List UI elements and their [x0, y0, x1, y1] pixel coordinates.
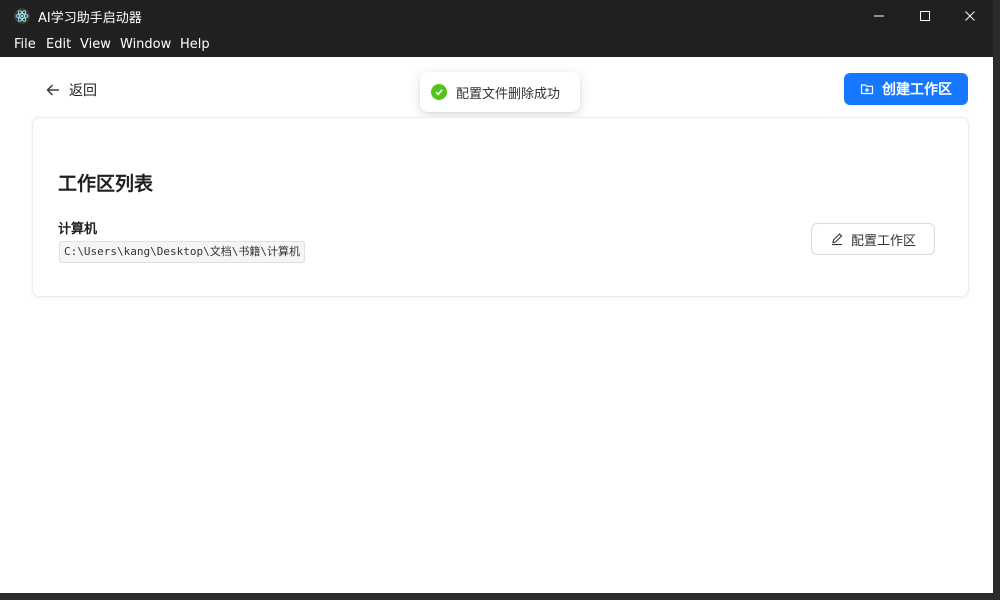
create-workspace-label: 创建工作区 [882, 82, 952, 98]
arrow-left-icon [46, 84, 59, 96]
create-workspace-button[interactable]: 创建工作区 [844, 73, 968, 105]
minimize-button[interactable] [856, 0, 902, 32]
configure-workspace-button[interactable]: 配置工作区 [811, 223, 935, 255]
back-label: 返回 [69, 83, 97, 99]
folder-add-icon [860, 84, 874, 95]
electron-icon [14, 8, 30, 24]
workspace-name: 计算机 [58, 222, 98, 237]
configure-workspace-label: 配置工作区 [850, 233, 916, 249]
menu-window[interactable]: Window [120, 37, 171, 52]
close-icon [965, 11, 975, 21]
window-title: AI学习助手启动器 [38, 11, 142, 26]
workspace-list-card: 工作区列表 计算机 C:\Users\kang\Desktop\文档\书籍\计算… [32, 117, 969, 297]
maximize-button[interactable] [902, 0, 948, 32]
page-title: 工作区列表 [58, 173, 154, 195]
menu-edit[interactable]: Edit [46, 37, 71, 52]
edit-icon [831, 233, 843, 246]
menu-help[interactable]: Help [180, 37, 210, 52]
workspace-path: C:\Users\kang\Desktop\文档\书籍\计算机 [59, 241, 305, 263]
maximize-icon [920, 11, 930, 21]
menu-file[interactable]: File [14, 37, 36, 52]
menu-bar: File Edit View Window Help [0, 32, 993, 57]
back-button[interactable]: 返回 [45, 78, 97, 102]
success-toast: 配置文件删除成功 [420, 72, 580, 112]
minimize-icon [874, 15, 884, 17]
toast-message: 配置文件删除成功 [456, 87, 561, 102]
title-bar: AI学习助手启动器 [0, 0, 993, 32]
menu-view[interactable]: View [80, 37, 111, 52]
main-content: 返回 配置文件删除成功 创建工作区 工作区列表 计算机 C:\Users\kan… [0, 57, 993, 593]
app-window: AI学习助手启动器 File Edit View Window Help 返回 [0, 0, 993, 593]
check-circle-icon [431, 84, 447, 100]
close-button[interactable] [947, 0, 993, 32]
